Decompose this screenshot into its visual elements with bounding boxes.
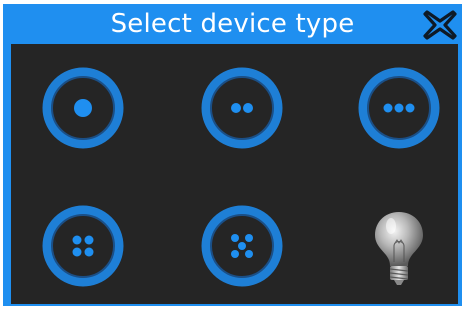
select-device-type-dialog: Select device type — [3, 4, 462, 306]
five-dot-button-icon — [201, 205, 283, 287]
close-x-icon — [423, 10, 457, 40]
device-type-4-button[interactable] — [41, 204, 125, 288]
dialog-title: Select device type — [110, 9, 355, 39]
four-dot-button-icon — [42, 205, 124, 287]
device-type-light-button[interactable] — [357, 204, 441, 288]
close-button[interactable] — [421, 6, 459, 44]
light-bulb-icon — [375, 212, 423, 285]
device-type-5-button[interactable] — [200, 204, 284, 288]
title-bar: Select device type — [3, 4, 462, 44]
device-type-grid — [11, 44, 458, 304]
three-dot-button-icon — [358, 67, 440, 149]
one-dot-button-icon — [42, 67, 124, 149]
two-dot-button-icon — [201, 67, 283, 149]
device-type-3-button[interactable] — [357, 66, 441, 150]
device-type-2-button[interactable] — [200, 66, 284, 150]
device-type-1-button[interactable] — [41, 66, 125, 150]
